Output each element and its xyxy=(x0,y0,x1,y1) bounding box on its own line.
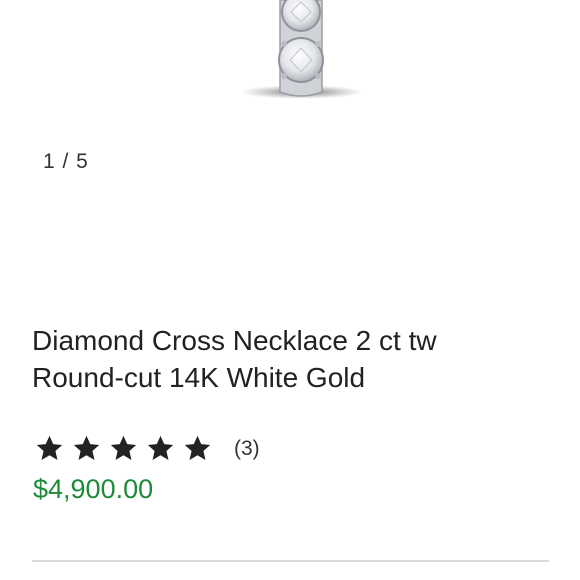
image-counter: 1 / 5 xyxy=(43,150,89,173)
star-icon xyxy=(184,435,211,460)
product-price: $4,900.00 xyxy=(33,474,154,504)
section-divider xyxy=(32,560,549,562)
product-title-line-2: Round-cut 14K White Gold xyxy=(32,362,366,393)
star-icon xyxy=(73,435,100,460)
star-icon xyxy=(147,435,174,460)
star-icon xyxy=(36,435,63,460)
product-title: Diamond Cross Necklace 2 ct tw Round-cut… xyxy=(32,322,552,396)
product-image[interactable] xyxy=(210,0,390,110)
image-gallery[interactable]: 1 / 5 xyxy=(0,0,580,300)
product-title-line-1: Diamond Cross Necklace 2 ct tw xyxy=(32,325,437,356)
star-icon xyxy=(110,435,137,460)
rating-summary[interactable]: (3) xyxy=(35,434,260,463)
review-count[interactable]: (3) xyxy=(234,437,260,461)
